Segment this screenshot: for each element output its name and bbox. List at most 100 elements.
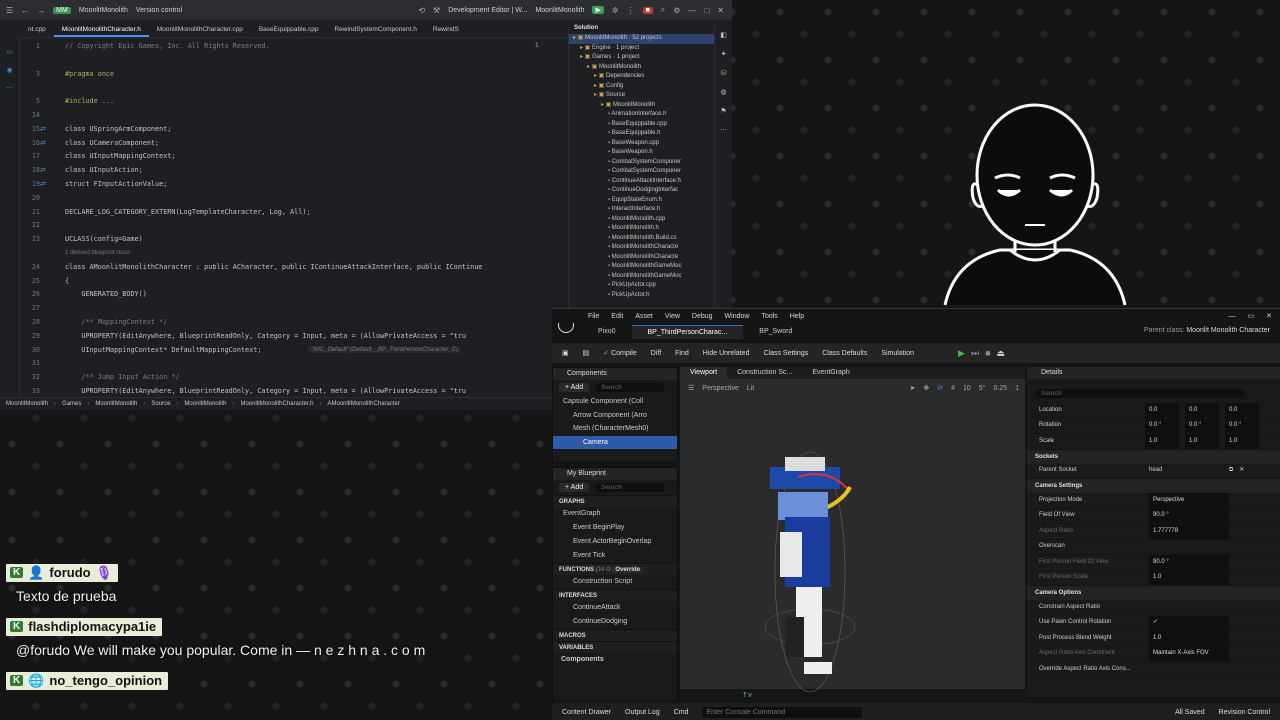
grid-size[interactable]: 10 xyxy=(963,385,971,392)
browse-icon[interactable]: ▤ xyxy=(583,349,590,357)
solution-item[interactable]: ▪ BaseWeapon.cpp xyxy=(569,139,714,149)
tab-level[interactable]: Pixo0 xyxy=(582,325,632,339)
macros-section[interactable]: MACROS xyxy=(553,629,677,641)
breadcrumb-item[interactable]: MoonlitMonolith xyxy=(184,401,226,407)
solution-item[interactable]: ▪ MoonlitMonolithGameMoc xyxy=(569,262,714,272)
stop-icon[interactable]: ■ xyxy=(985,348,990,359)
solution-item[interactable]: ▪ PickUpActor.h xyxy=(569,291,714,301)
component-item[interactable]: Camera xyxy=(553,435,677,449)
property-value[interactable]: ✓ xyxy=(1149,615,1229,631)
breadcrumb-item[interactable]: Games xyxy=(62,401,81,407)
solution-item[interactable]: ▪ MoonlitMonolith.h xyxy=(569,224,714,234)
angle-snap[interactable]: 5° xyxy=(979,385,986,392)
component-item[interactable]: Arrow Component (Arro xyxy=(553,409,677,423)
parent-class-link[interactable]: Moonlit Monolith Character xyxy=(1186,327,1270,334)
diff-button[interactable]: Diff xyxy=(651,350,661,357)
solution-item[interactable]: ▪ MoonlitMonolithCharacte xyxy=(569,243,714,253)
event-item[interactable]: Event BeginPlay xyxy=(553,521,677,535)
transform-value[interactable]: 0.0 xyxy=(1225,403,1259,418)
solution-item[interactable]: ▪ CombatSystemComponer xyxy=(569,167,714,177)
event-graph-item[interactable]: EventGraph xyxy=(553,507,677,521)
commit-icon[interactable]: ◉ xyxy=(5,66,15,74)
minimize-icon[interactable]: — xyxy=(688,6,696,15)
code-line[interactable]: #include ... xyxy=(65,95,565,109)
property-value[interactable]: 90.0 ° xyxy=(1149,508,1229,524)
more-icon[interactable]: ⋯ xyxy=(715,126,732,134)
function-item[interactable]: Construction Script xyxy=(553,575,677,589)
tab-file[interactable]: RewindSystemComponent.h xyxy=(326,22,424,37)
back-icon[interactable]: ← xyxy=(21,6,29,15)
menu-tools[interactable]: Tools xyxy=(761,313,777,320)
maximize-icon[interactable]: ▭ xyxy=(1248,312,1255,320)
search-icon[interactable]: ⌕ xyxy=(661,5,665,15)
menu-view[interactable]: View xyxy=(665,313,680,320)
notifications-icon[interactable]: ◧ xyxy=(715,31,732,39)
build-icon[interactable]: ⚒ xyxy=(433,6,440,15)
find-button[interactable]: Find xyxy=(675,350,689,357)
code-line[interactable]: DECLARE_LOG_CATEGORY_EXTERN(LogTemplateC… xyxy=(65,206,565,220)
solution-item[interactable]: ▪ MoonlitMonolithGameMoc xyxy=(569,272,714,282)
code-line[interactable] xyxy=(65,81,565,95)
code-line[interactable]: class UInputAction; xyxy=(65,164,565,178)
solution-item[interactable]: ▪ MoonlitMonolithCharacte xyxy=(569,253,714,263)
event-item[interactable]: Event Tick xyxy=(553,549,677,563)
code-line[interactable] xyxy=(65,109,565,123)
solution-item[interactable]: ▪ ContinueAttackInterface.h xyxy=(569,177,714,187)
tab-event-graph[interactable]: EventGraph xyxy=(802,367,859,379)
transform-value[interactable]: 1.0 xyxy=(1145,434,1179,449)
transform-value[interactable]: 0.0 xyxy=(1185,403,1219,418)
close-icon[interactable]: ✕ xyxy=(717,6,724,15)
code-editor[interactable]: // Copyright Epic Games, Inc. All Rights… xyxy=(65,40,565,395)
structure-icon[interactable]: ⋯ xyxy=(5,84,15,92)
graphs-section[interactable]: GRAPHS xyxy=(553,495,677,507)
run-target[interactable]: MoonlitMonolith xyxy=(535,7,584,14)
tab-construction-script[interactable]: Construction Sc... xyxy=(727,367,802,379)
implementation-icon[interactable]: ⇄ xyxy=(40,164,54,178)
component-item[interactable]: Mesh (CharacterMesh0) xyxy=(553,422,677,436)
tab-bp-third-person[interactable]: BP_ThirdPersonCharac... xyxy=(631,325,744,339)
lit-button[interactable]: Lit xyxy=(747,385,754,392)
code-line[interactable]: class UInputMappingContext; xyxy=(65,150,565,164)
property-value[interactable]: 1.0 xyxy=(1149,631,1229,646)
menu-icon[interactable]: ☰ xyxy=(6,6,13,15)
breadcrumb-item[interactable]: MoonlitMonolith xyxy=(95,401,137,407)
menu-help[interactable]: Help xyxy=(790,313,804,320)
tab-file[interactable]: RewindS xyxy=(425,22,467,37)
rotate-icon[interactable]: ⟳ xyxy=(937,384,943,392)
solution-item[interactable]: ▸ ▣ Config xyxy=(569,82,714,92)
content-drawer-button[interactable]: Content Drawer xyxy=(562,709,611,716)
solution-item[interactable]: ▸ ▣ MoonlitMonolith · 52 projects xyxy=(569,34,714,44)
solution-item[interactable]: ▪ EquipStateEnum.h xyxy=(569,196,714,206)
menu-file[interactable]: File xyxy=(588,313,599,320)
vcs-menu[interactable]: Version control xyxy=(136,7,182,14)
transform-value[interactable]: 1.0 xyxy=(1185,434,1219,449)
compile-button[interactable]: ✓ Compile xyxy=(603,349,637,357)
menu-asset[interactable]: Asset xyxy=(635,313,653,320)
more-icon[interactable]: ⋮ xyxy=(627,6,635,15)
project-name[interactable]: MoonlitMonolith xyxy=(79,7,128,14)
code-line[interactable]: UPROPERTY(EditAnywhere, BlueprintReadOnl… xyxy=(65,330,565,344)
solution-item[interactable]: ▪ CombatSystemComponer xyxy=(569,158,714,168)
settings-icon[interactable]: ⚙ xyxy=(673,6,680,15)
solution-item[interactable]: ▪ BaseEquippable.h xyxy=(569,129,714,139)
code-line[interactable]: class AMoonlitMonolithCharacter : public… xyxy=(65,261,565,275)
scale-snap[interactable]: 0.25 xyxy=(993,385,1007,392)
move-icon[interactable]: ✥ xyxy=(923,384,929,392)
eject-icon[interactable]: ⏏ xyxy=(997,348,1006,359)
solution-item[interactable]: ▪ AnimationInterface.h xyxy=(569,110,714,120)
code-line[interactable]: #pragma once xyxy=(65,68,565,82)
code-line[interactable]: class USpringArmComponent; xyxy=(65,123,565,137)
solution-item[interactable]: ▸ ▣ Dependencies xyxy=(569,72,714,82)
camera-settings-section[interactable]: Camera Settings xyxy=(1027,479,1280,493)
revision-control-button[interactable]: Revision Control xyxy=(1219,709,1270,716)
parent-socket-value[interactable]: head xyxy=(1149,464,1229,479)
output-log-button[interactable]: Output Log xyxy=(625,709,660,716)
step-icon[interactable]: ⏭ xyxy=(971,348,979,359)
transform-label[interactable]: Scale xyxy=(1039,434,1139,449)
select-icon[interactable]: ➤ xyxy=(909,384,915,392)
code-line[interactable]: { xyxy=(65,275,565,289)
console-input[interactable] xyxy=(702,706,863,718)
code-line[interactable]: struct FInputActionValue; xyxy=(65,178,565,192)
transform-value[interactable]: 1.0 xyxy=(1225,434,1259,449)
bookmark-icon[interactable]: ⚑ xyxy=(715,107,732,115)
